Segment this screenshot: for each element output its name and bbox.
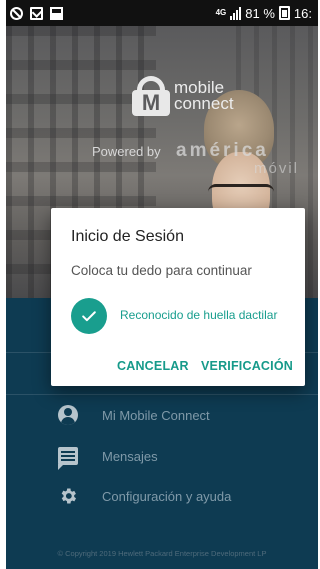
battery-icon (278, 6, 290, 20)
clock: 16: (293, 5, 312, 21)
cancel-button[interactable]: CANCELAR (117, 359, 189, 373)
menu-item-configuracion[interactable]: Configuración y ayuda (6, 476, 318, 516)
phone-screen: 4G 81 % 16: M mobile connect Powered by … (6, 0, 318, 569)
signal-icon (230, 6, 242, 20)
gear-icon (57, 486, 79, 506)
message-icon (57, 446, 79, 470)
fingerprint-success-icon (71, 298, 107, 334)
mobile-connect-logo: M mobile connect (132, 76, 234, 116)
partner-logo-america: américa (176, 140, 269, 161)
dialog-title: Inicio de Sesión (71, 228, 184, 245)
logo-wordmark: mobile connect (174, 78, 234, 113)
status-bar: 4G 81 % 16: (6, 0, 318, 26)
dialog-message: Coloca tu dedo para continuar (71, 263, 252, 278)
login-dialog: Inicio de Sesión Coloca tu dedo para con… (51, 208, 305, 386)
mobile-connect-logo-icon: M (132, 76, 170, 116)
network-type: 4G (215, 8, 227, 17)
menu-item-label: Mensajes (102, 448, 158, 464)
powered-by-label: Powered by (92, 144, 161, 159)
status-bar-left (10, 6, 63, 20)
menu-item-mensajes[interactable]: Mensajes (6, 436, 318, 476)
account-icon (57, 405, 79, 425)
partner-logo-movil: móvil (254, 160, 300, 177)
verify-button[interactable]: VERIFICACIÓN (201, 359, 293, 373)
menu-item-mi-mobile-connect[interactable]: Mi Mobile Connect (6, 395, 318, 435)
mail-notification-icon (30, 6, 43, 20)
status-bar-right: 4G 81 % 16: (216, 6, 312, 21)
menu-item-label: Mi Mobile Connect (102, 407, 210, 423)
dialog-status-text: Reconocido de huella dactilar (120, 308, 278, 322)
battery-percent: 81 % (245, 5, 275, 21)
image-notification-icon (50, 6, 63, 20)
do-not-disturb-icon (10, 6, 23, 20)
menu-item-label: Configuración y ayuda (102, 488, 232, 504)
copyright-text: © Copyright 2019 Hewlett Packard Enterpr… (57, 549, 267, 558)
